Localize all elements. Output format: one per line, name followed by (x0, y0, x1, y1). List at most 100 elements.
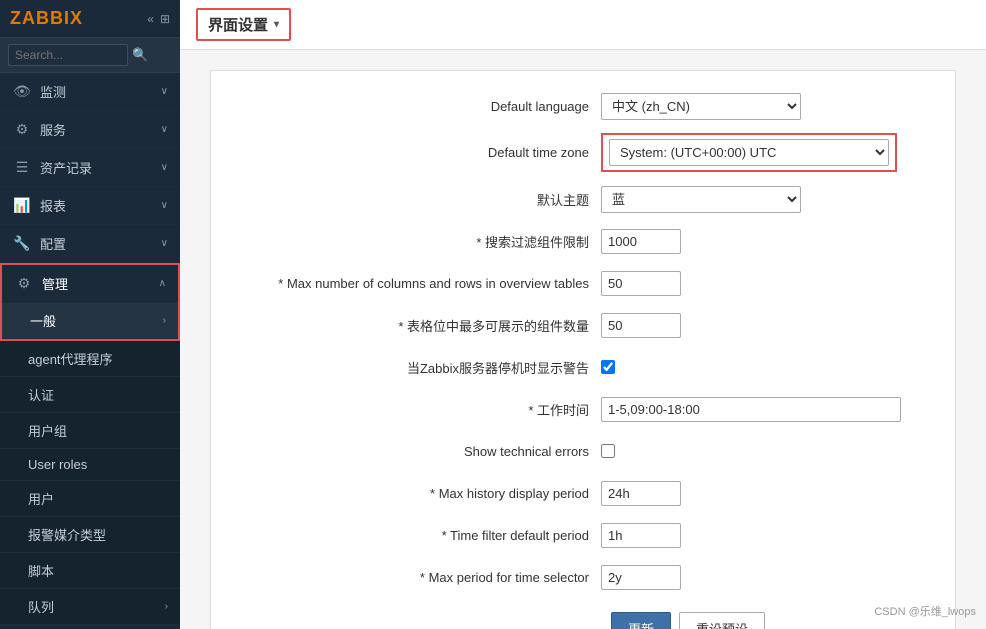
sidebar-item-label: 监测 (40, 82, 66, 101)
assets-icon: ☰ (12, 159, 32, 176)
show-warning-checkbox[interactable] (601, 360, 615, 374)
default-tz-select[interactable]: System: (UTC+00:00) UTC (609, 139, 889, 166)
sidebar-item-label: 资产记录 (40, 158, 92, 177)
work-time-input[interactable] (601, 397, 901, 422)
max-period-input[interactable] (601, 565, 681, 590)
max-history-input[interactable] (601, 481, 681, 506)
sidebar-item-label: 配置 (40, 234, 66, 253)
sidebar-item-queue[interactable]: 队列 › (0, 589, 180, 625)
show-tech-errors-checkbox-wrap (601, 444, 615, 458)
show-tech-errors-label: Show technical errors (241, 444, 601, 459)
max-columns-label: * Max number of columns and rows in over… (241, 276, 601, 291)
search-filter-row: * 搜索过滤组件限制 (241, 226, 925, 256)
search-icon: 🔍 (132, 47, 148, 63)
time-filter-row: * Time filter default period (241, 520, 925, 550)
sidebar-item-config[interactable]: 🔧 配置 ∨ (0, 225, 180, 263)
sidebar-item-agent[interactable]: agent代理程序 (0, 341, 180, 377)
search-input[interactable] (8, 44, 128, 66)
sidebar-item-userroles[interactable]: User roles (0, 449, 180, 481)
work-time-row: * 工作时间 (241, 394, 925, 424)
sidebar-item-label: 报表 (40, 196, 66, 215)
config-icon: 🔧 (12, 235, 32, 252)
search-box: 🔍 (0, 38, 180, 73)
chevron-down-icon: ∨ (161, 162, 168, 173)
show-warning-row: 当Zabbix服务器停机时显示警告 (241, 352, 925, 382)
sidebar-item-media[interactable]: 报警媒介类型 (0, 517, 180, 553)
users-label: 用户 (28, 489, 54, 508)
general-label: 一般 (30, 311, 56, 330)
default-lang-label: Default language (241, 99, 601, 114)
default-lang-select[interactable]: 中文 (zh_CN) (601, 93, 801, 120)
max-columns-row: * Max number of columns and rows in over… (241, 268, 925, 298)
sidebar-item-usergroup[interactable]: 用户组 (0, 413, 180, 449)
content-body: Default language 中文 (zh_CN) Default time… (180, 50, 986, 629)
sidebar-item-assets[interactable]: ☰ 资产记录 ∨ (0, 149, 180, 187)
content-area: 界面设置 ▾ Default language 中文 (zh_CN) Defau… (180, 0, 986, 629)
sidebar-item-monitor[interactable]: 👁 监测 ∨ (0, 73, 180, 111)
default-tz-label: Default time zone (241, 145, 601, 160)
chevron-right-icon: › (163, 315, 166, 326)
show-tech-errors-checkbox[interactable] (601, 444, 615, 458)
max-columns-input[interactable] (601, 271, 681, 296)
sidebar-header: ZABBIX « ⊞ (0, 0, 180, 38)
search-filter-input[interactable] (601, 229, 681, 254)
show-tech-errors-row: Show technical errors (241, 436, 925, 466)
sidebar: ZABBIX « ⊞ 🔍 👁 监测 ∨ ⚙ 服务 ∨ ☰ 资产记录 ∨ 📊 报表… (0, 0, 180, 629)
update-button[interactable]: 更新 (611, 612, 671, 629)
chevron-down-icon: ∨ (161, 200, 168, 211)
max-period-label: * Max period for time selector (241, 570, 601, 585)
title-dropdown-icon: ▾ (274, 19, 279, 30)
show-warning-checkbox-wrap (601, 360, 615, 374)
chevron-up-icon: ∧ (159, 278, 166, 289)
max-history-label: * Max history display period (241, 486, 601, 501)
sidebar-item-auth[interactable]: 认证 (0, 377, 180, 413)
service-icon: ⚙ (12, 121, 32, 138)
default-theme-select[interactable]: 蓝 (601, 186, 801, 213)
usergroup-label: 用户组 (28, 421, 67, 440)
default-tz-row: Default time zone System: (UTC+00:00) UT… (241, 133, 925, 172)
timezone-highlight-wrapper: System: (UTC+00:00) UTC (601, 133, 897, 172)
time-filter-input[interactable] (601, 523, 681, 548)
userroles-label: User roles (28, 457, 87, 472)
sidebar-item-users[interactable]: 用户 (0, 481, 180, 517)
collapse-icon[interactable]: « (147, 12, 154, 26)
sidebar-item-service[interactable]: ⚙ 服务 ∨ (0, 111, 180, 149)
chevron-down-icon: ∨ (161, 238, 168, 249)
sidebar-item-label: 管理 (42, 274, 68, 293)
max-period-row: * Max period for time selector (241, 562, 925, 592)
chevron-right-icon: › (165, 601, 168, 612)
default-theme-row: 默认主题 蓝 (241, 184, 925, 214)
max-widget-label: * 表格位中最多可展示的组件数量 (241, 316, 601, 335)
sidebar-item-script[interactable]: 脚本 (0, 553, 180, 589)
sidebar-item-report[interactable]: 📊 报表 ∨ (0, 187, 180, 225)
time-filter-label: * Time filter default period (241, 528, 601, 543)
default-lang-row: Default language 中文 (zh_CN) (241, 91, 925, 121)
watermark: CSDN @乐维_lwops (874, 603, 976, 619)
search-filter-label: * 搜索过滤组件限制 (241, 232, 601, 251)
form-buttons: 更新 重设预设 (241, 612, 925, 629)
max-history-row: * Max history display period (241, 478, 925, 508)
report-icon: 📊 (12, 197, 32, 214)
work-time-label: * 工作时间 (241, 400, 601, 419)
reset-button[interactable]: 重设预设 (679, 612, 765, 629)
sidebar-item-general[interactable]: 一般 › (2, 303, 178, 339)
media-label: 报警媒介类型 (28, 525, 106, 544)
max-widget-input[interactable] (601, 313, 681, 338)
sidebar-item-label: 服务 (40, 120, 66, 139)
max-widget-row: * 表格位中最多可展示的组件数量 (241, 310, 925, 340)
show-warning-label: 当Zabbix服务器停机时显示警告 (241, 358, 601, 377)
default-theme-label: 默认主题 (241, 190, 601, 209)
chevron-down-icon: ∨ (161, 124, 168, 135)
content-header: 界面设置 ▾ (180, 0, 986, 50)
page-title: 界面设置 (208, 14, 268, 35)
sidebar-item-manage[interactable]: ⚙ 管理 ∧ (2, 265, 178, 303)
chevron-down-icon: ∨ (161, 86, 168, 97)
settings-form: Default language 中文 (zh_CN) Default time… (210, 70, 956, 629)
management-section: ⚙ 管理 ∧ 一般 › (0, 263, 180, 341)
script-label: 脚本 (28, 561, 54, 580)
agent-label: agent代理程序 (28, 349, 113, 368)
auth-label: 认证 (28, 385, 54, 404)
grid-icon[interactable]: ⊞ (160, 12, 170, 26)
page-title-button[interactable]: 界面设置 ▾ (196, 8, 291, 41)
queue-label: 队列 (28, 597, 54, 616)
